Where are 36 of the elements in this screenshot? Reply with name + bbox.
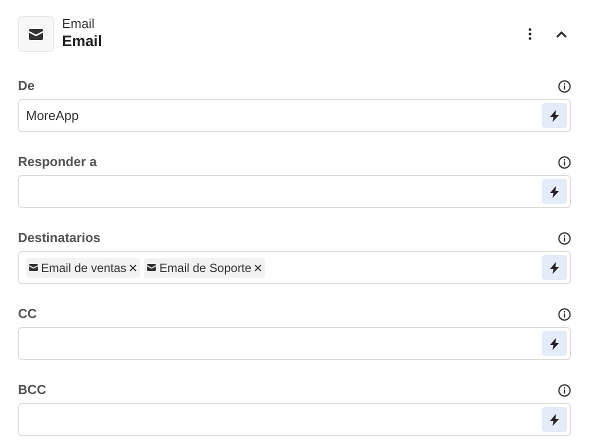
info-icon[interactable]: [558, 308, 571, 320]
collapse-icon[interactable]: [556, 30, 567, 38]
envelope-icon: [29, 264, 38, 271]
remove-icon[interactable]: [129, 264, 138, 272]
input-field[interactable]: MoreApp: [18, 99, 571, 132]
lightning-icon: [550, 414, 559, 426]
lightning-icon: [550, 262, 559, 274]
variable-button[interactable]: [542, 255, 567, 280]
info-icon[interactable]: [558, 384, 571, 396]
more-options-icon[interactable]: [528, 28, 532, 40]
block-type: Email: [62, 16, 96, 32]
envelope-icon: [147, 264, 156, 271]
field-label: CC: [18, 306, 37, 322]
tag-label: Email de Soporte: [159, 260, 252, 276]
input-field[interactable]: [18, 175, 571, 208]
field-label: Responder a: [18, 154, 97, 170]
lightning-icon: [550, 338, 559, 350]
envelope-icon: [29, 28, 43, 40]
input-field[interactable]: Email de ventas Email de Soporte: [18, 251, 571, 284]
lightning-icon: [550, 186, 559, 198]
variable-button[interactable]: [542, 331, 567, 356]
tag-label: Email de ventas: [41, 260, 126, 276]
remove-icon[interactable]: [254, 264, 262, 272]
input-field[interactable]: [18, 403, 571, 436]
variable-button[interactable]: [542, 179, 567, 204]
field-label: De: [18, 78, 35, 94]
info-icon[interactable]: [558, 156, 571, 168]
field-label: Destinatarios: [18, 230, 100, 246]
info-icon[interactable]: [558, 80, 571, 92]
lightning-icon: [550, 110, 559, 122]
block-title: Email: [62, 32, 102, 52]
info-icon[interactable]: [558, 232, 571, 244]
input-field[interactable]: [18, 327, 571, 360]
variable-button[interactable]: [542, 103, 567, 128]
variable-button[interactable]: [542, 407, 567, 432]
field-label: BCC: [18, 382, 46, 398]
